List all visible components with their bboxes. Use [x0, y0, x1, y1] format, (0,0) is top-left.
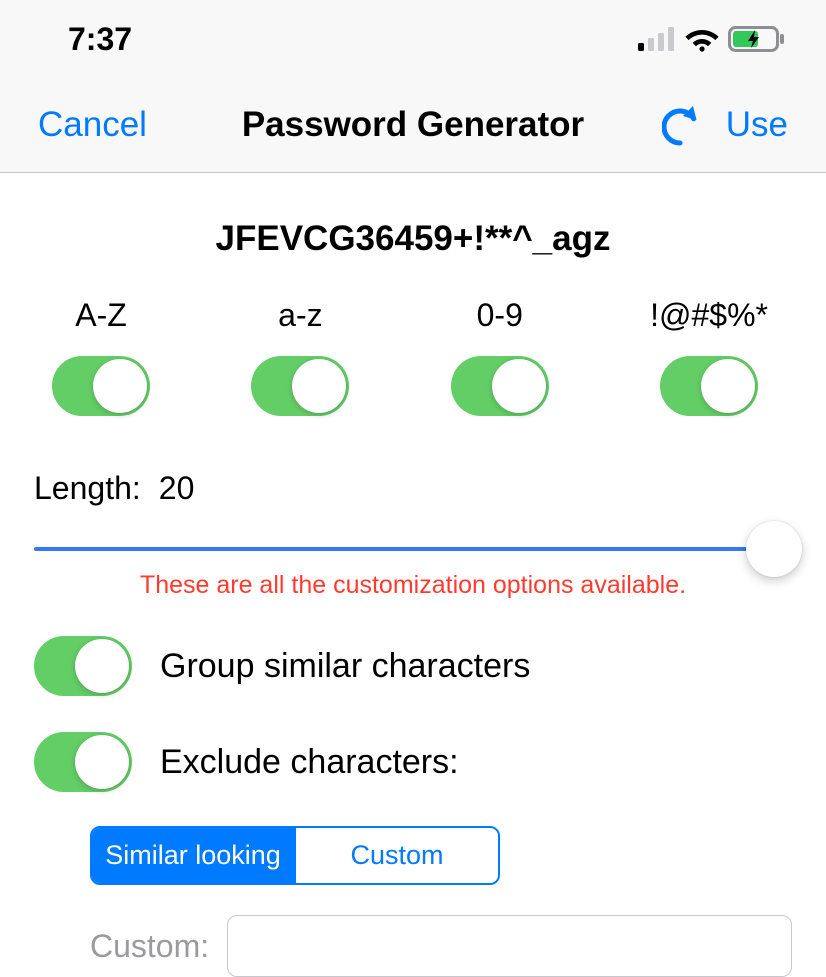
segment-custom[interactable]: Custom: [294, 828, 498, 883]
length-value: 20: [159, 470, 195, 507]
hint-text: These are all the customization options …: [34, 571, 792, 600]
length-slider[interactable]: [34, 547, 792, 551]
battery-icon: [728, 26, 786, 52]
toggle-group-similar[interactable]: [34, 636, 132, 696]
cancel-button[interactable]: Cancel: [38, 105, 147, 145]
length-row: Length: 20: [34, 470, 792, 507]
charset-label-uppercase: A-Z: [75, 297, 127, 334]
custom-exclude-input[interactable]: [227, 915, 792, 977]
exclude-mode-segmented[interactable]: Similar looking Custom: [90, 826, 500, 885]
segment-similar-looking[interactable]: Similar looking: [92, 828, 294, 883]
charset-label-lowercase: a-z: [278, 297, 322, 334]
nav-bar: Cancel Password Generator Use: [0, 78, 826, 173]
status-icons: [638, 26, 786, 52]
charset-label-digits: 0-9: [477, 297, 523, 334]
toggle-symbols[interactable]: [660, 356, 758, 416]
slider-thumb[interactable]: [746, 521, 802, 577]
cellular-icon: [638, 27, 676, 51]
refresh-icon: [662, 104, 698, 146]
custom-exclude-label: Custom:: [90, 928, 209, 965]
length-label: Length:: [34, 470, 141, 507]
charset-toggles: A-Z a-z 0-9 !@#$%*: [34, 297, 792, 416]
toggle-uppercase[interactable]: [52, 356, 150, 416]
status-time: 7:37: [68, 21, 132, 58]
charset-label-symbols: !@#$%*: [650, 297, 768, 334]
generated-password: JFEVCG36459+!**^_agz: [34, 173, 792, 297]
group-similar-label: Group similar characters: [160, 647, 530, 686]
slider-track: [34, 547, 792, 551]
use-button[interactable]: Use: [726, 105, 788, 145]
toggle-exclude-chars[interactable]: [34, 732, 132, 792]
toggle-lowercase[interactable]: [251, 356, 349, 416]
toggle-digits[interactable]: [451, 356, 549, 416]
wifi-icon: [684, 26, 720, 52]
refresh-button[interactable]: [662, 104, 698, 146]
status-bar: 7:37: [0, 0, 826, 78]
exclude-chars-label: Exclude characters:: [160, 743, 459, 782]
